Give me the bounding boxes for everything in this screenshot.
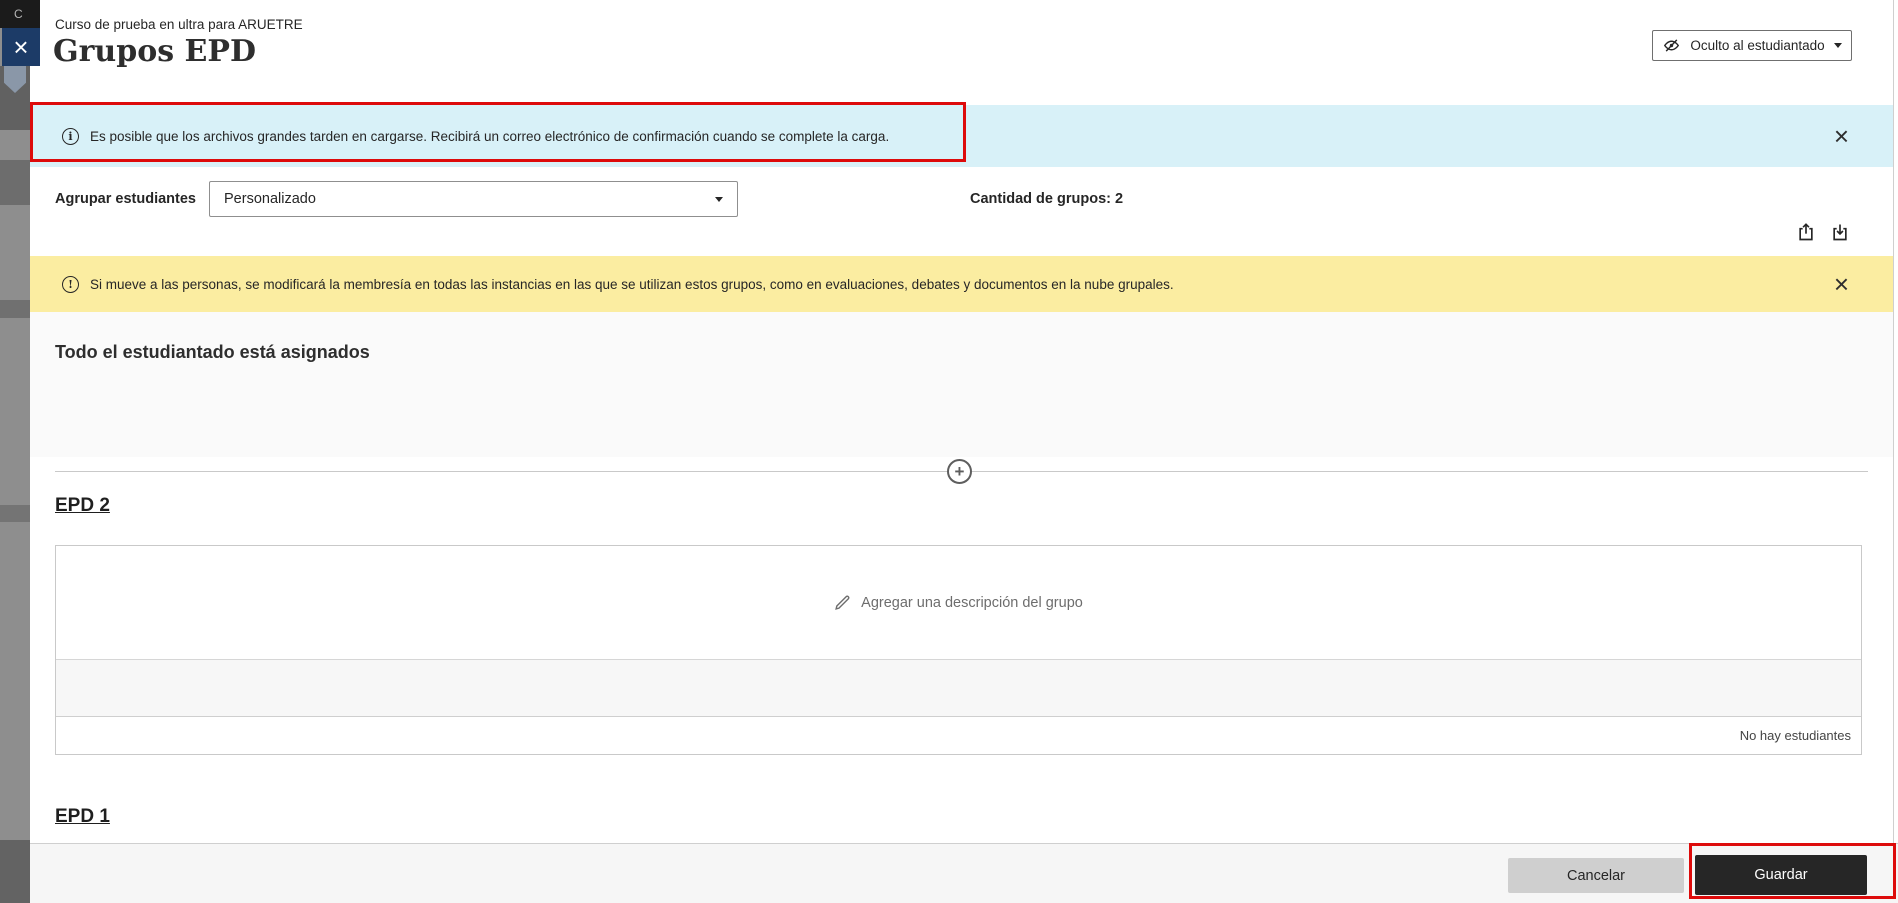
add-description-button[interactable]: Agregar una descripción del grupo [56, 546, 1861, 660]
pencil-icon [834, 594, 851, 611]
sidebar-strip-segment [0, 505, 30, 522]
group-epd2-box: Agregar una descripción del grupo No hay… [55, 545, 1862, 755]
visibility-dropdown-button[interactable]: Oculto al estudiantado [1652, 30, 1852, 61]
plus-circle-icon: + [954, 462, 965, 481]
group-students-label: Agrupar estudiantes [55, 191, 196, 207]
sidebar-strip-segment [0, 300, 30, 318]
group-title-epd2[interactable]: EPD 2 [55, 495, 110, 517]
info-banner: i Es posible que los archivos grandes ta… [30, 105, 1893, 167]
add-description-label: Agregar una descripción del grupo [861, 594, 1083, 611]
group-students-selected-value: Personalizado [224, 191, 316, 207]
sidebar-strip-segment [0, 840, 30, 903]
page-title: Grupos EPD [53, 34, 256, 69]
group-students-select[interactable]: Personalizado [209, 181, 738, 217]
group-count: Cantidad de grupos: 2 [970, 191, 1124, 207]
group-members-header [56, 660, 1861, 717]
warning-icon: ! [62, 275, 79, 293]
close-icon: × [1833, 121, 1849, 151]
import-groups-button[interactable] [1830, 221, 1852, 243]
add-group-button[interactable]: + [947, 459, 972, 484]
caret-down-icon [1833, 43, 1842, 48]
download-icon [1830, 222, 1852, 242]
warning-banner-text: Si mueve a las personas, se modificará l… [90, 276, 1174, 292]
upload-icon [1796, 222, 1818, 242]
group-empty-row: No hay estudiantes [56, 717, 1861, 754]
save-button[interactable]: Guardar [1695, 855, 1867, 895]
breadcrumb: Curso de prueba en ultra para ARUETRE [55, 17, 303, 32]
warning-banner: ! Si mueve a las personas, se modificará… [30, 256, 1893, 312]
cancel-button[interactable]: Cancelar [1508, 858, 1684, 893]
panel-close-button[interactable]: × [2, 28, 40, 66]
sidebar-strip-segment [0, 160, 30, 205]
info-banner-close-button[interactable]: × [1834, 123, 1849, 149]
close-icon: × [1833, 269, 1849, 299]
close-icon: × [13, 32, 29, 62]
visibility-button-label: Oculto al estudiantado [1690, 38, 1825, 53]
hidden-eye-icon [1662, 37, 1681, 54]
no-students-text: No hay estudiantes [1739, 728, 1851, 743]
info-banner-text: Es posible que los archivos grandes tard… [90, 128, 890, 144]
occluded-corner-text: C [0, 0, 40, 28]
import-export-toolbar [1796, 221, 1852, 243]
assigned-status-section [30, 312, 1893, 457]
select-caret-icon [715, 196, 723, 202]
info-icon: i [62, 127, 79, 145]
all-assigned-heading: Todo el estudiantado está asignados [55, 342, 370, 362]
group-title-epd1[interactable]: EPD 1 [55, 806, 110, 828]
warning-banner-close-button[interactable]: × [1834, 271, 1849, 297]
scrollbar-track[interactable] [1893, 0, 1894, 843]
sidebar-strip [0, 0, 30, 903]
export-groups-button[interactable] [1796, 221, 1818, 243]
